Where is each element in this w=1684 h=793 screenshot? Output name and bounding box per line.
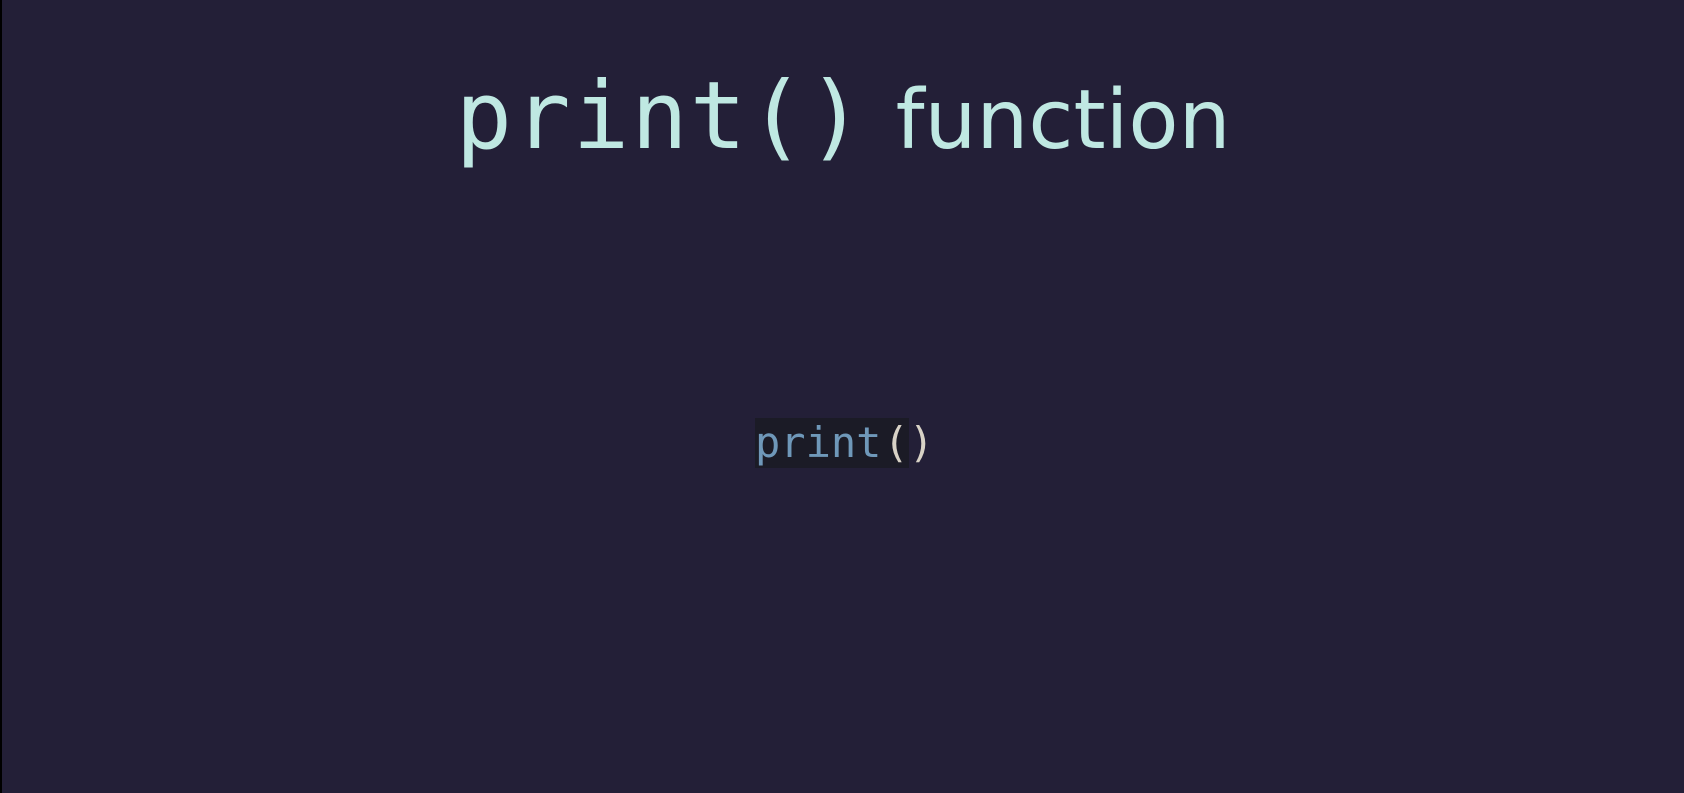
slide-title: print() function bbox=[2, 62, 1684, 171]
title-code: print() bbox=[455, 62, 866, 171]
slide-canvas: print() function print() bbox=[2, 0, 1684, 793]
code-open-paren: ( bbox=[883, 418, 909, 468]
code-close-paren: ) bbox=[908, 418, 935, 467]
code-function-name: print bbox=[755, 418, 884, 468]
code-sample: print() bbox=[755, 418, 934, 468]
title-word: function bbox=[895, 73, 1231, 168]
